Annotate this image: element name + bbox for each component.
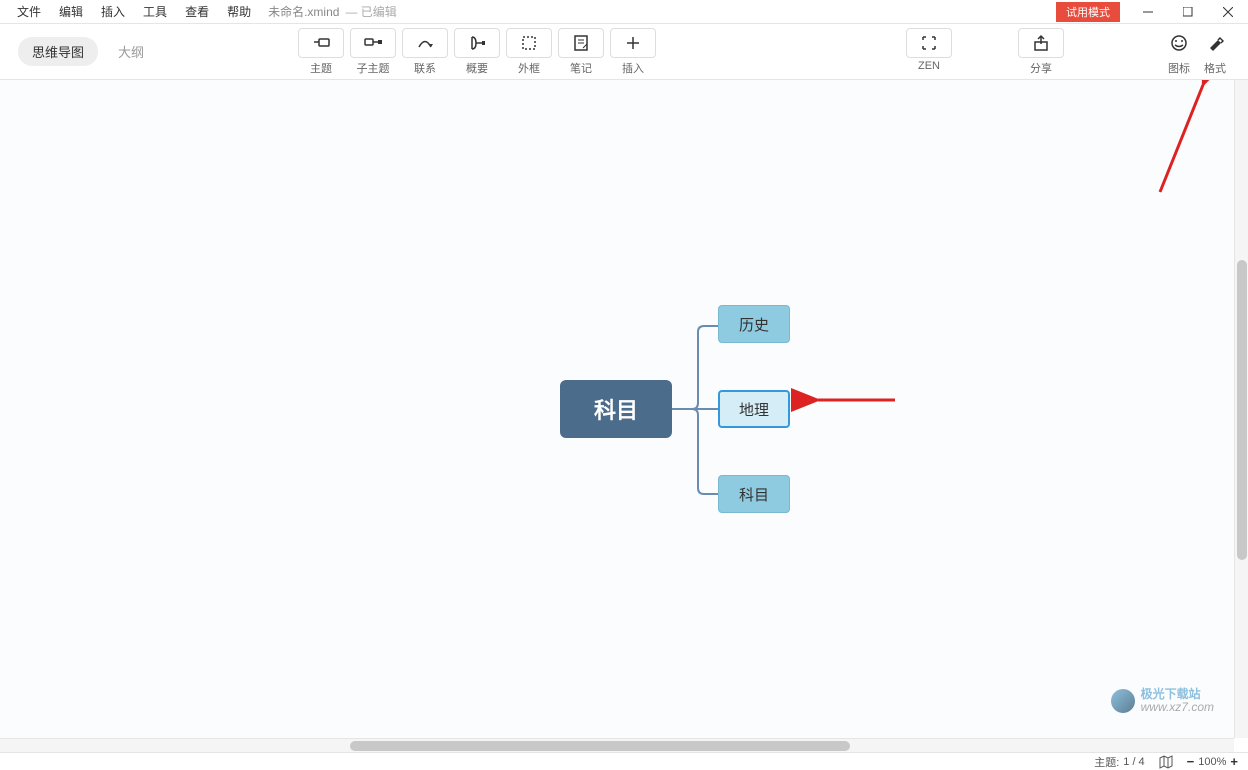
status-map-icon[interactable] [1159, 755, 1173, 769]
subtopic-icon [364, 34, 382, 52]
tool-format-label: 格式 [1204, 60, 1226, 76]
status-topic-value: 1 / 4 [1123, 756, 1144, 768]
tool-share[interactable]: 分享 [1018, 28, 1064, 76]
maximize-icon [1183, 7, 1193, 17]
tool-topic-label: 主题 [310, 60, 332, 76]
tool-note[interactable]: 笔记 [558, 28, 604, 76]
watermark-logo-icon [1111, 689, 1135, 713]
maximize-button[interactable] [1168, 0, 1208, 24]
subtopic-1[interactable]: 历史 [718, 305, 790, 343]
tab-outline[interactable]: 大纲 [104, 37, 158, 66]
zoom-out-button[interactable]: − [1187, 754, 1195, 769]
annotation-arrow-2 [1155, 80, 1215, 202]
tool-summary-label: 概要 [466, 60, 488, 76]
smiley-icon [1170, 34, 1188, 52]
topic-icon [312, 34, 330, 52]
tool-icons-label: 图标 [1168, 60, 1190, 76]
zoom-in-button[interactable]: + [1230, 754, 1238, 769]
minimize-icon [1143, 7, 1153, 17]
summary-icon [468, 34, 486, 52]
canvas[interactable]: 科目 历史 地理 科目 极光下载站 www.xz7.com [0, 80, 1234, 738]
horizontal-scrollbar-thumb[interactable] [350, 741, 850, 751]
watermark-line2: www.xz7.com [1141, 701, 1214, 714]
horizontal-scrollbar[interactable] [0, 738, 1234, 752]
statusbar: 主题: 1 / 4 − 100% + [0, 752, 1248, 770]
central-topic[interactable]: 科目 [560, 380, 672, 438]
document-name: 未命名.xmind [268, 3, 339, 20]
annotation-arrow-1 [810, 390, 900, 415]
menu-bar: 文件 编辑 插入 工具 查看 帮助 [0, 0, 260, 23]
boundary-icon [520, 34, 538, 52]
zoom-level: 100% [1198, 756, 1226, 768]
tool-group-format: 图标 格式 [1164, 28, 1230, 76]
note-icon [572, 34, 590, 52]
tool-topic[interactable]: 主题 [298, 28, 344, 76]
watermark: 极光下载站 www.xz7.com [1111, 688, 1214, 714]
close-button[interactable] [1208, 0, 1248, 24]
share-icon [1032, 34, 1050, 52]
tool-zen[interactable]: ZEN [906, 28, 952, 76]
view-tabs: 思维导图 大纲 [18, 37, 158, 66]
insert-icon [624, 34, 642, 52]
document-status: — 已编辑 [345, 3, 396, 20]
tab-mindmap[interactable]: 思维导图 [18, 37, 98, 66]
status-topic-count: 主题: 1 / 4 [1094, 754, 1144, 770]
menu-view[interactable]: 查看 [176, 0, 218, 23]
tool-zen-label: ZEN [918, 60, 940, 72]
menu-insert[interactable]: 插入 [92, 0, 134, 23]
trial-mode-badge[interactable]: 试用模式 [1056, 2, 1120, 22]
tool-group-main: 主题 子主题 联系 概要 外框 笔记 插入 [298, 28, 656, 76]
watermark-line1: 极光下载站 [1141, 688, 1214, 701]
tool-insert-label: 插入 [622, 60, 644, 76]
format-icon [1206, 34, 1224, 52]
menu-edit[interactable]: 编辑 [50, 0, 92, 23]
connectors [672, 320, 722, 500]
toolbar: 思维导图 大纲 主题 子主题 联系 概要 外框 笔记 插入 [0, 24, 1248, 80]
document-title: 未命名.xmind — 已编辑 [268, 3, 397, 20]
vertical-scrollbar-thumb[interactable] [1237, 260, 1247, 560]
tool-insert[interactable]: 插入 [610, 28, 656, 76]
relation-icon [416, 34, 434, 52]
tool-relation[interactable]: 联系 [402, 28, 448, 76]
subtopic-2[interactable]: 地理 [718, 390, 790, 428]
tool-icons[interactable]: 图标 [1164, 28, 1194, 76]
tool-boundary[interactable]: 外框 [506, 28, 552, 76]
menu-help[interactable]: 帮助 [218, 0, 260, 23]
menu-tools[interactable]: 工具 [134, 0, 176, 23]
zen-icon [920, 34, 938, 52]
tool-boundary-label: 外框 [518, 60, 540, 76]
close-icon [1223, 7, 1233, 17]
tool-summary[interactable]: 概要 [454, 28, 500, 76]
tool-subtopic[interactable]: 子主题 [350, 28, 396, 76]
tool-relation-label: 联系 [414, 60, 436, 76]
tool-share-label: 分享 [1030, 60, 1052, 76]
tool-note-label: 笔记 [570, 60, 592, 76]
menu-file[interactable]: 文件 [8, 0, 50, 23]
minimize-button[interactable] [1128, 0, 1168, 24]
tool-group-right: ZEN 分享 [906, 28, 1064, 76]
titlebar: 文件 编辑 插入 工具 查看 帮助 未命名.xmind — 已编辑 试用模式 [0, 0, 1248, 24]
tool-subtopic-label: 子主题 [357, 60, 390, 76]
subtopic-3[interactable]: 科目 [718, 475, 790, 513]
vertical-scrollbar[interactable] [1234, 80, 1248, 738]
tool-format[interactable]: 格式 [1200, 28, 1230, 76]
zoom-controls: − 100% + [1187, 754, 1238, 769]
status-topic-label: 主题: [1094, 754, 1119, 770]
map-icon [1159, 755, 1173, 769]
